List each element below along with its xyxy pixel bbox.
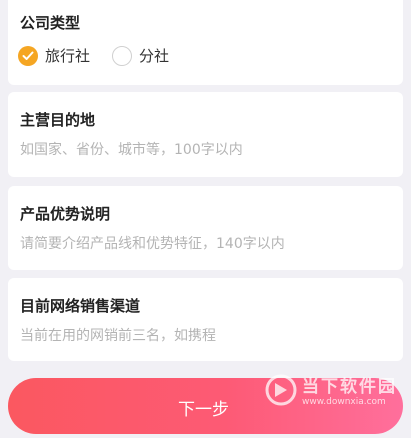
- company-type-radio-group: 旅行社 分社: [18, 45, 191, 66]
- radio-option-branch[interactable]: 分社: [112, 45, 169, 66]
- company-type-card: 公司类型 旅行社 分社: [8, 0, 403, 85]
- product-advantage-label: 产品优势说明: [20, 205, 111, 223]
- destination-label: 主营目的地: [20, 111, 96, 129]
- unchecked-radio-icon: [112, 45, 133, 66]
- watermark-name: 当下软件园: [302, 377, 397, 397]
- product-advantage-card: 产品优势说明: [8, 186, 403, 270]
- watermark-url: www.downxia.com: [302, 397, 386, 407]
- radio-option-travel-agency[interactable]: 旅行社: [18, 45, 90, 66]
- watermark: 当下软件园 www.downxia.com: [264, 372, 397, 407]
- sales-channel-input[interactable]: [20, 325, 391, 347]
- destination-input[interactable]: [20, 139, 391, 161]
- company-type-label: 公司类型: [20, 14, 81, 32]
- destination-card: 主营目的地: [8, 92, 403, 177]
- radio-label-branch: 分社: [139, 47, 170, 65]
- sales-channel-card: 目前网络销售渠道: [8, 278, 403, 361]
- watermark-logo-icon: [265, 374, 297, 405]
- next-step-label: 下一步: [178, 400, 229, 420]
- product-advantage-input[interactable]: [20, 233, 391, 255]
- checked-radio-icon: [18, 45, 38, 66]
- radio-label-travel-agency: 旅行社: [45, 47, 91, 65]
- sales-channel-label: 目前网络销售渠道: [20, 297, 141, 315]
